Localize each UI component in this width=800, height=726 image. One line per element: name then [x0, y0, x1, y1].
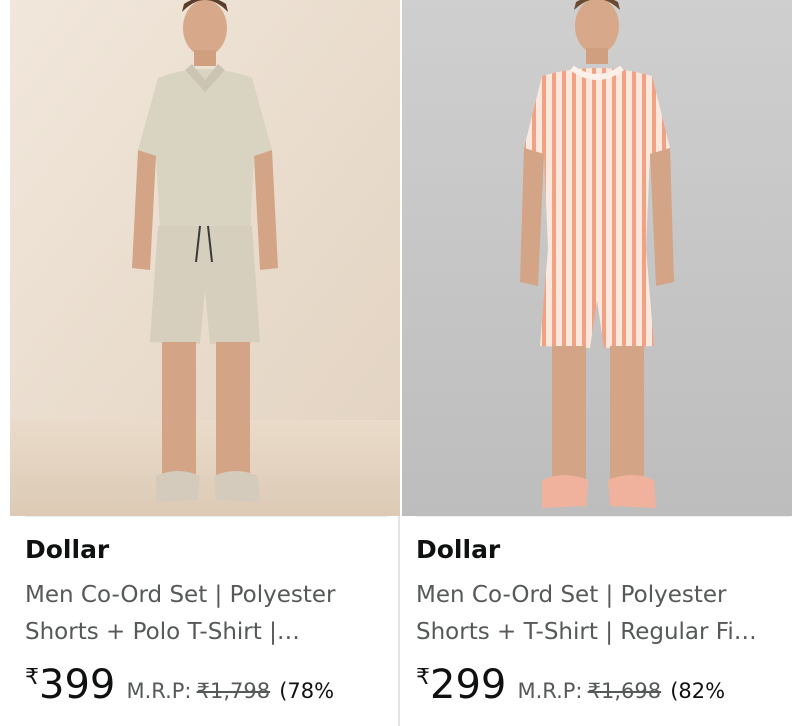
product-info: Dollar Men Co-Ord Set | Polyester Shorts… — [416, 516, 790, 726]
currency-symbol: ₹ — [416, 665, 430, 690]
product-image[interactable] — [10, 0, 400, 516]
product-title-line: Men Co-Ord Set | Polyester — [416, 582, 727, 608]
discount-text: (82% — [670, 679, 726, 703]
product-title[interactable]: Men Co-Ord Set | Polyester Shorts + T-Sh… — [416, 577, 776, 651]
product-info: Dollar Men Co-Ord Set | Polyester Shorts… — [25, 516, 388, 726]
price-row: ₹299 M.R.P: ₹1,698 (82% — [416, 665, 725, 705]
brand-name[interactable]: Dollar — [416, 535, 500, 564]
price: 299 — [430, 662, 507, 708]
mrp-label: M.R.P: — [517, 679, 583, 703]
price: 399 — [39, 662, 116, 708]
product-title-line: Shorts + T-Shirt | Regular Fi… — [416, 619, 757, 645]
brand-name[interactable]: Dollar — [25, 535, 109, 564]
product-title[interactable]: Men Co-Ord Set | Polyester Shorts + Polo… — [25, 577, 385, 651]
product-photo-striped-coord — [402, 0, 792, 516]
product-card[interactable]: Dollar Men Co-Ord Set | Polyester Shorts… — [0, 0, 400, 726]
price-row: ₹399 M.R.P: ₹1,798 (78% — [25, 665, 334, 705]
currency-symbol: ₹ — [25, 665, 39, 690]
product-grid: Dollar Men Co-Ord Set | Polyester Shorts… — [0, 0, 800, 726]
product-card[interactable]: Dollar Men Co-Ord Set | Polyester Shorts… — [400, 0, 800, 726]
mrp-price: ₹1,798 — [196, 679, 271, 703]
mrp-label: M.R.P: — [126, 679, 192, 703]
mrp-price: ₹1,698 — [587, 679, 662, 703]
product-title-line: Men Co-Ord Set | Polyester — [25, 582, 336, 608]
product-title-line: Shorts + Polo T-Shirt |… — [25, 619, 300, 645]
discount-text: (78% — [279, 679, 335, 703]
product-photo-polo-coord — [10, 0, 400, 516]
product-image[interactable] — [402, 0, 792, 516]
